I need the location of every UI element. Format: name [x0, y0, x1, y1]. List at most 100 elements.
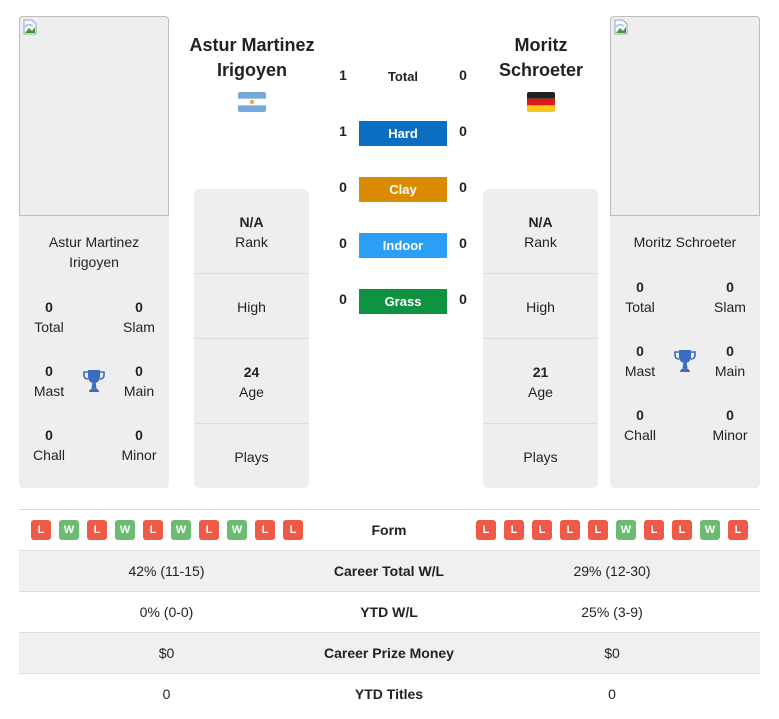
- player2-titles-chall: 0 Chall: [610, 405, 670, 445]
- rank-value: N/A: [528, 214, 553, 230]
- stat-value: 0: [45, 299, 53, 315]
- player2-career-wl: 29% (12-30): [573, 563, 651, 579]
- h2h-p1-clay: 0: [339, 179, 347, 195]
- germany-flag-icon: [527, 92, 555, 112]
- player1-titles-total: 0 Total: [19, 297, 79, 337]
- player1-prize-money: $0: [158, 645, 175, 661]
- career-wl-label: Career Total W/L: [333, 563, 445, 579]
- h2h-p2-clay: 0: [459, 179, 467, 195]
- stat-label: Mast: [624, 363, 656, 379]
- age-value: 21: [532, 364, 549, 380]
- player2-ytd-wl: 25% (3-9): [581, 604, 643, 620]
- broken-image-icon: [614, 19, 628, 35]
- player2-titles-main: 0 Main: [700, 341, 760, 381]
- prize-money-label: Career Prize Money: [324, 645, 454, 661]
- stat-value: 0: [45, 427, 53, 443]
- age-label: Age: [528, 384, 553, 400]
- form-loss-badge[interactable]: L: [143, 520, 163, 540]
- stat-label: Minor: [121, 447, 157, 463]
- stat-label: Slam: [123, 319, 155, 335]
- rank-label: Rank: [235, 234, 268, 250]
- stat-value: 0: [726, 343, 734, 359]
- form-loss-badge[interactable]: L: [476, 520, 496, 540]
- player2-titles-minor: 0 Minor: [700, 405, 760, 445]
- form-loss-badge[interactable]: L: [255, 520, 275, 540]
- player2-card-name: Moritz Schroeter: [610, 232, 760, 252]
- form-loss-badge[interactable]: L: [560, 520, 580, 540]
- form-win-badge[interactable]: W: [227, 520, 247, 540]
- surface-indoor-badge: Indoor: [359, 233, 447, 258]
- stat-value: 0: [726, 407, 734, 423]
- form-win-badge[interactable]: W: [616, 520, 636, 540]
- form-loss-badge[interactable]: L: [672, 520, 692, 540]
- form-row: LWLWLWLWLL Form LLLLLWLLWL: [19, 509, 760, 550]
- surface-grass-badge: Grass: [359, 289, 447, 314]
- form-loss-badge[interactable]: L: [199, 520, 219, 540]
- player1-name[interactable]: Astur Martinez Irigoyen: [182, 33, 322, 83]
- player1-plays: Plays: [194, 447, 309, 467]
- player1-titles-chall: 0 Chall: [19, 425, 79, 465]
- player1-name-line1[interactable]: Astur Martinez: [189, 35, 314, 55]
- player1-info: N/A Rank High 24 Age Plays: [194, 189, 309, 488]
- form-loss-badge[interactable]: L: [728, 520, 748, 540]
- form-win-badge[interactable]: W: [59, 520, 79, 540]
- player1-name-line2[interactable]: Irigoyen: [217, 60, 287, 80]
- h2h-p1-grass: 0: [339, 291, 347, 307]
- player2-form: LLLLLWLLWL: [464, 510, 760, 550]
- player1-card: Astur Martinez Irigoyen 0 Total 0 Slam 0…: [19, 16, 169, 488]
- player1-card-name-line1: Astur Martinez: [48, 234, 140, 250]
- form-loss-badge[interactable]: L: [532, 520, 552, 540]
- form-label: Form: [371, 522, 407, 538]
- high-label: High: [526, 299, 555, 315]
- player1-form: LWLWLWLWLL: [19, 510, 314, 550]
- h2h-p1-total: 1: [339, 67, 347, 83]
- h2h-p1-hard: 1: [339, 123, 347, 139]
- player1-titles-mast: 0 Mast: [19, 361, 79, 401]
- player2-photo: [610, 16, 760, 216]
- high-label: High: [237, 299, 266, 315]
- player2-rank: N/A Rank: [483, 212, 598, 252]
- player2-name-line1[interactable]: Moritz: [515, 35, 568, 55]
- form-loss-badge[interactable]: L: [588, 520, 608, 540]
- stat-value: 0: [135, 363, 143, 379]
- form-loss-badge[interactable]: L: [283, 520, 303, 540]
- stat-value: 0: [636, 343, 644, 359]
- player2-high: High: [483, 297, 598, 317]
- player2-card: Moritz Schroeter 0 Total 0 Slam 0 Mast 0…: [610, 16, 760, 488]
- broken-image-icon: [23, 19, 37, 35]
- form-loss-badge[interactable]: L: [504, 520, 524, 540]
- stat-label: Slam: [714, 299, 746, 315]
- form-loss-badge[interactable]: L: [87, 520, 107, 540]
- h2h-p2-indoor: 0: [459, 235, 467, 251]
- age-value: 24: [243, 364, 260, 380]
- surface-hard-badge: Hard: [359, 121, 447, 146]
- stat-label: Chall: [33, 447, 65, 463]
- form-win-badge[interactable]: W: [171, 520, 191, 540]
- h2h-p2-hard: 0: [459, 123, 467, 139]
- player1-high: High: [194, 297, 309, 317]
- prize-money-row: $0 Career Prize Money $0: [19, 632, 760, 673]
- divider: [194, 273, 309, 274]
- divider: [194, 423, 309, 424]
- player1-ytd-titles: 0: [162, 686, 171, 702]
- h2h-p2-total: 0: [459, 67, 467, 83]
- player2-age: 21 Age: [483, 362, 598, 402]
- player1-titles-slam: 0 Slam: [109, 297, 169, 337]
- player2-name[interactable]: Moritz Schroeter: [471, 33, 611, 83]
- trophy-icon: [674, 350, 696, 372]
- form-loss-badge[interactable]: L: [31, 520, 51, 540]
- argentina-flag-icon: [238, 92, 266, 112]
- stat-label: Main: [714, 363, 746, 379]
- plays-label: Plays: [523, 449, 558, 465]
- player2-ytd-titles: 0: [608, 686, 616, 702]
- ytd-wl-row: 0% (0-0) YTD W/L 25% (3-9): [19, 591, 760, 632]
- ytd-titles-row: 0 YTD Titles 0: [19, 673, 760, 714]
- form-win-badge[interactable]: W: [700, 520, 720, 540]
- form-win-badge[interactable]: W: [115, 520, 135, 540]
- player1-career-wl: 42% (11-15): [128, 563, 205, 579]
- ytd-wl-label: YTD W/L: [360, 604, 418, 620]
- stat-value: 0: [45, 363, 53, 379]
- form-loss-badge[interactable]: L: [644, 520, 664, 540]
- stat-label: Main: [123, 383, 155, 399]
- player2-name-line2[interactable]: Schroeter: [499, 60, 583, 80]
